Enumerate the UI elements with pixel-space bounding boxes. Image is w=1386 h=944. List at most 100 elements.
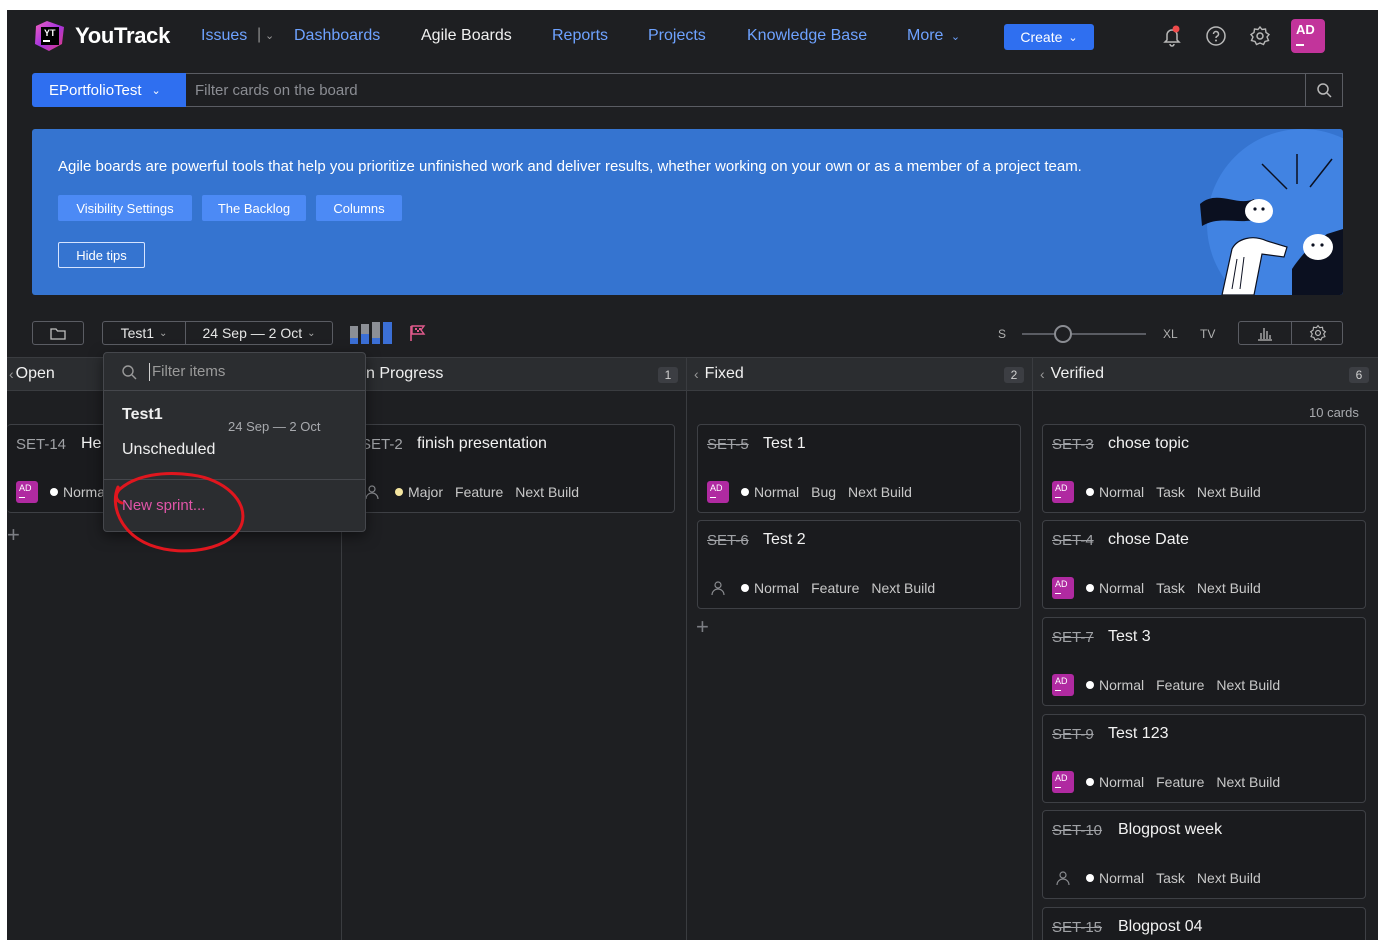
folder-icon[interactable] — [32, 321, 84, 345]
fix-version-field[interactable]: Next Build — [1216, 677, 1280, 693]
card-title[interactable]: Test 3 — [1108, 628, 1151, 646]
board-settings-gear-icon[interactable] — [1292, 322, 1344, 344]
fix-version-field[interactable]: Next Build — [848, 484, 912, 500]
card-id[interactable]: SET-9 — [1052, 726, 1094, 743]
card-title[interactable]: Test 123 — [1108, 725, 1168, 743]
type-field[interactable]: Bug — [811, 484, 836, 500]
card-size-small-label[interactable]: S — [998, 327, 1006, 341]
type-field[interactable]: Feature — [1156, 677, 1204, 693]
type-field[interactable]: Task — [1156, 870, 1185, 886]
card-title[interactable]: chose topic — [1108, 435, 1189, 453]
card-set-6[interactable]: SET-6 Test 2 Normal Feature Next Build — [697, 520, 1021, 609]
column-header-verified[interactable]: ‹ Verified — [1040, 358, 1104, 390]
card-title[interactable]: Blogpost 04 — [1118, 918, 1203, 936]
nav-agile-boards[interactable]: Agile Boards — [421, 27, 512, 45]
fix-version-field[interactable]: Next Build — [871, 580, 935, 596]
issues-chevron-down-icon[interactable]: ⌄ — [265, 29, 274, 42]
card-id[interactable]: SET-5 — [707, 436, 749, 453]
type-field[interactable]: Feature — [455, 484, 503, 500]
gear-icon[interactable] — [1249, 25, 1271, 47]
card-id[interactable]: SET-10 — [1052, 822, 1102, 839]
nav-projects[interactable]: Projects — [648, 27, 706, 45]
board-filter-input[interactable]: Filter cards on the board — [186, 73, 1306, 107]
avatar[interactable]: AD — [1052, 577, 1074, 599]
card-set-5[interactable]: SET-5 Test 1 AD Normal Bug Next Build — [697, 424, 1021, 513]
card-size-xl-label[interactable]: XL — [1163, 327, 1178, 341]
priority-field[interactable]: Major — [395, 484, 443, 500]
card-id[interactable]: SET-14 — [16, 436, 66, 453]
logo[interactable]: YT YouTrack — [33, 20, 170, 52]
card-set-9[interactable]: SET-9 Test 123 AD Normal Feature Next Bu… — [1042, 714, 1366, 803]
bar-chart-icon[interactable] — [1239, 322, 1291, 344]
column-header-open[interactable]: ‹ Open — [9, 358, 55, 390]
avatar[interactable]: AD — [707, 481, 729, 503]
card-set-10[interactable]: SET-10 Blogpost week Normal Task Next Bu… — [1042, 810, 1366, 899]
fix-version-field[interactable]: Next Build — [515, 484, 579, 500]
type-field[interactable]: Feature — [1156, 774, 1204, 790]
unassigned-user-icon[interactable] — [1052, 867, 1074, 889]
sprint-select-button[interactable]: Test1 ⌄ — [102, 321, 186, 345]
card-title[interactable]: He — [81, 435, 101, 453]
avatar[interactable]: AD — [1052, 481, 1074, 503]
card-size-slider-handle[interactable] — [1054, 325, 1072, 343]
bell-icon[interactable] — [1161, 25, 1183, 47]
card-title[interactable]: Test 2 — [763, 531, 806, 549]
card-id[interactable]: SET-15 — [1052, 919, 1102, 936]
card-set-4[interactable]: SET-4 chose Date AD Normal Task Next Bui… — [1042, 520, 1366, 609]
avatar[interactable]: AD — [1052, 674, 1074, 696]
avatar[interactable]: AD — [1052, 771, 1074, 793]
card-set-3[interactable]: SET-3 chose topic AD Normal Task Next Bu… — [1042, 424, 1366, 513]
priority-field[interactable]: Normal — [1086, 677, 1144, 693]
sprint-dates-button[interactable]: 24 Sep — 2 Oct ⌄ — [185, 321, 333, 345]
sprint-filter-input[interactable]: Filter items — [104, 353, 365, 391]
fix-version-field[interactable]: Next Build — [1197, 870, 1261, 886]
tv-mode-label[interactable]: TV — [1200, 327, 1215, 341]
board-select-dropdown[interactable]: EPortfolioTest ⌄ — [32, 73, 186, 107]
plus-icon[interactable]: + — [696, 614, 709, 640]
avatar[interactable]: AD — [16, 481, 38, 503]
sprint-option-test1[interactable]: Test1 — [122, 406, 163, 424]
card-set-2[interactable]: SET-2 finish presentation Major Feature … — [351, 424, 675, 513]
card-title[interactable]: Blogpost week — [1118, 821, 1222, 839]
nav-knowledge-base[interactable]: Knowledge Base — [747, 27, 867, 45]
nav-dashboards[interactable]: Dashboards — [294, 27, 380, 45]
hide-tips-button[interactable]: Hide tips — [58, 242, 145, 268]
card-id[interactable]: SET-7 — [1052, 629, 1094, 646]
card-id[interactable]: SET-6 — [707, 532, 749, 549]
card-set-15[interactable]: SET-15 Blogpost 04 — [1042, 907, 1366, 940]
nav-more[interactable]: More ⌄ — [907, 27, 960, 45]
priority-field[interactable]: Normal — [1086, 484, 1144, 500]
priority-field[interactable]: Normal — [50, 484, 108, 500]
card-title[interactable]: Test 1 — [763, 435, 806, 453]
new-sprint-button[interactable]: New sprint... — [122, 497, 205, 514]
priority-field[interactable]: Normal — [741, 484, 799, 500]
column-header-fixed[interactable]: ‹ Fixed — [694, 358, 744, 390]
user-avatar[interactable]: AD — [1291, 19, 1325, 53]
create-button[interactable]: Create ⌄ — [1004, 24, 1094, 50]
column-header-in-progress[interactable]: n Progress — [366, 358, 443, 390]
card-title[interactable]: finish presentation — [417, 435, 547, 453]
swimlane-chart-icon[interactable] — [350, 322, 394, 344]
visibility-settings-button[interactable]: Visibility Settings — [58, 195, 192, 221]
fix-version-field[interactable]: Next Build — [1197, 484, 1261, 500]
flag-icon[interactable] — [409, 324, 427, 342]
columns-button[interactable]: Columns — [316, 195, 402, 221]
fix-version-field[interactable]: Next Build — [1216, 774, 1280, 790]
priority-field[interactable]: Normal — [741, 580, 799, 596]
card-id[interactable]: SET-2 — [361, 436, 403, 453]
priority-field[interactable]: Normal — [1086, 870, 1144, 886]
priority-field[interactable]: Normal — [1086, 580, 1144, 596]
sprint-option-unscheduled[interactable]: Unscheduled — [122, 441, 215, 459]
nav-issues[interactable]: Issues — [201, 27, 247, 45]
fix-version-field[interactable]: Next Build — [1197, 580, 1261, 596]
unassigned-user-icon[interactable] — [707, 577, 729, 599]
card-id[interactable]: SET-3 — [1052, 436, 1094, 453]
card-size-slider-track[interactable] — [1022, 333, 1146, 335]
priority-field[interactable]: Normal — [1086, 774, 1144, 790]
type-field[interactable]: Task — [1156, 484, 1185, 500]
type-field[interactable]: Task — [1156, 580, 1185, 596]
card-id[interactable]: SET-4 — [1052, 532, 1094, 549]
search-icon[interactable] — [1305, 73, 1343, 107]
help-icon[interactable] — [1205, 25, 1227, 47]
nav-reports[interactable]: Reports — [552, 27, 608, 45]
